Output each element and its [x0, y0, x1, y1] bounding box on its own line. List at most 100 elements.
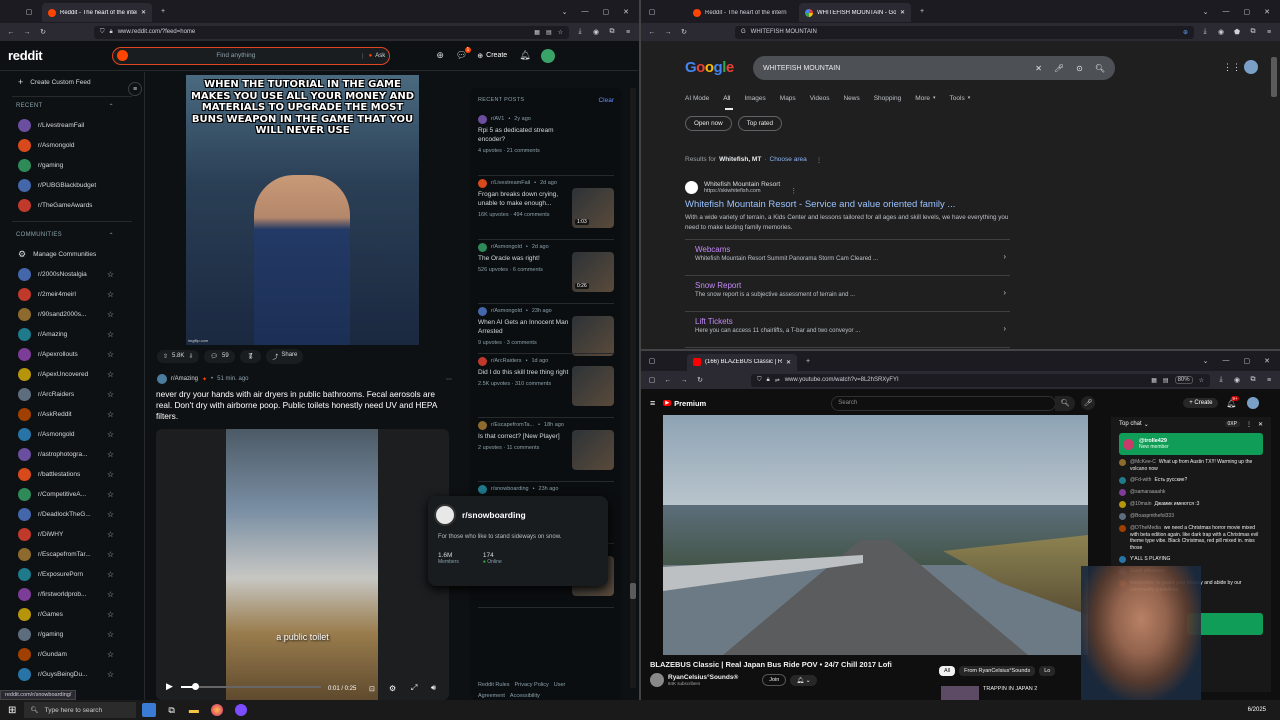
yt-search-box[interactable]: Search [831, 395, 1057, 411]
sidebar-item-community[interactable]: r/2000sNostalgia ☆ [0, 264, 144, 284]
address-bar[interactable]: ⛉ 🔒︎ www.reddit.com/?feed=home ▦ ▤ ☆ [94, 25, 569, 39]
close-icon[interactable]: ✕ [900, 9, 905, 16]
ad-icon[interactable]: ⊕ [436, 50, 444, 61]
create-button[interactable]: ⊕ Create [477, 52, 507, 60]
back-icon[interactable]: ← [647, 27, 657, 37]
sidebar-toggle-icon[interactable]: ▢ [647, 7, 657, 17]
comments-button[interactable]: 💬︎ 59 [204, 350, 235, 363]
forward-icon[interactable]: → [22, 27, 32, 37]
tab-youtube[interactable]: (166) BLAZEBUS Classic | Real J ✕ [687, 353, 797, 371]
sidebar-item-recent[interactable]: r/Asmongold [0, 135, 144, 155]
subreddit-hovercard[interactable]: r/snowboarding For those who like to sta… [428, 496, 608, 586]
footer-link[interactable]: Reddit Rules [478, 682, 510, 688]
star-icon[interactable]: ☆ [107, 570, 114, 579]
recent-post[interactable]: r/AV1 • 2y ago Rpi 5 as dedicated stream en… [470, 112, 622, 176]
sidebar-item-community[interactable]: r/GuysBeingDu... ☆ [0, 664, 144, 684]
sidebar-item-community[interactable]: r/Games ☆ [0, 604, 144, 624]
sidebar-toggle-icon[interactable]: ▢ [24, 7, 34, 17]
star-icon[interactable]: ☆ [107, 390, 114, 399]
recent-post-thumbnail[interactable] [572, 316, 614, 356]
star-icon[interactable]: ☆ [107, 290, 114, 299]
forward-icon[interactable]: → [679, 375, 689, 385]
more-vert-icon[interactable]: ⋮ [1246, 421, 1252, 428]
subscribe-bell-button[interactable]: 🔔︎ ⌄ [790, 674, 817, 686]
app-icon[interactable] [234, 704, 247, 716]
recent-post-title[interactable]: Rpi 5 as dedicated stream encoder? [478, 126, 570, 144]
yt-create-button[interactable]: + Create [1183, 398, 1219, 408]
award-button[interactable]: 🏅︎ [239, 350, 262, 363]
forward-icon[interactable]: → [663, 27, 673, 37]
google-logo[interactable]: Google [685, 59, 734, 76]
sidebar-item-recent[interactable]: r/PUBGBlackbudget [0, 175, 144, 195]
account-icon[interactable]: ◉ [1232, 375, 1242, 385]
tab-reddit[interactable]: Reddit - The heart of the intern ✕ [42, 3, 152, 22]
close-chat-icon[interactable]: ✕ [1258, 421, 1263, 428]
close-window-icon[interactable]: ✕ [623, 8, 629, 16]
video-seekbar[interactable] [181, 683, 321, 690]
sidebar-item-community[interactable]: r/Gundam ☆ [0, 644, 144, 664]
yt-filter-chip[interactable]: All [939, 666, 956, 676]
google-nav-tab[interactable]: AI Mode [685, 95, 709, 102]
chevron-down-icon[interactable]: ⌄ [562, 8, 568, 16]
star-icon[interactable]: ☆ [107, 450, 114, 459]
recent-post-title[interactable]: Did I do this skill tree thing right [478, 368, 570, 377]
minimize-icon[interactable]: — [1223, 8, 1230, 16]
recent-post-thumbnail[interactable] [572, 430, 614, 470]
scrollbar[interactable] [1271, 41, 1277, 349]
recent-post-subreddit[interactable]: r/LivestreamFail [491, 180, 530, 186]
close-window-icon[interactable]: ✕ [1264, 357, 1270, 365]
hovercard-name[interactable]: r/snowboarding [462, 510, 526, 520]
chat-username[interactable]: @Fd-with [1130, 477, 1151, 483]
chevron-down-icon[interactable]: ⌄ [1203, 357, 1209, 365]
filter-chip[interactable]: Top rated [737, 116, 782, 131]
taskbar-search[interactable]: 🔍︎ Type here to search [24, 702, 137, 718]
star-icon[interactable]: ☆ [107, 330, 114, 339]
youtube-logo[interactable]: ▶ Premium [663, 399, 706, 408]
channel-avatar[interactable] [650, 673, 664, 687]
recent-post-title[interactable]: When AI Gets an Innocent Man Arrested [478, 318, 570, 336]
recent-post[interactable]: r/LivestreamFail • 2d ago Frogan breaks dow… [470, 176, 622, 240]
chat-header[interactable]: Top chat [1119, 421, 1142, 427]
footer-link[interactable]: Accessibility [510, 693, 540, 699]
extensions-icon[interactable]: ⧉ [1248, 27, 1258, 37]
google-avatar[interactable] [1244, 60, 1258, 74]
filter-chip[interactable]: Open now [685, 116, 732, 131]
chat-icon[interactable]: 💬︎ 1 [456, 47, 472, 61]
sidebar-item-community[interactable]: r/CompetitiveA... ☆ [0, 484, 144, 504]
post-title[interactable]: never dry your hands with air dryers in … [156, 389, 452, 422]
minimize-icon[interactable]: — [582, 8, 589, 16]
tab-google[interactable]: WHITEFISH MOUNTAIN - Goo ✕ [799, 3, 911, 22]
minimize-icon[interactable]: — [1223, 357, 1230, 365]
chat-username[interactable]: @samaraaaahk [1130, 489, 1165, 495]
menu-icon[interactable]: ≡ [1264, 375, 1274, 385]
more-vert-icon[interactable]: ⋮ [790, 187, 797, 195]
star-icon[interactable]: ☆ [107, 670, 114, 679]
sidebar-item-community[interactable]: r/ExposurePorn ☆ [0, 564, 144, 584]
apps-grid-icon[interactable]: ⋮⋮ [1223, 62, 1241, 73]
sitelink[interactable]: Snow Report The snow report is a subjecti… [685, 276, 1010, 312]
recent-heading[interactable]: RECENT ⌃ [0, 97, 144, 115]
sidebar-item-community[interactable]: r/DeadlockTheG... ☆ [0, 504, 144, 524]
recent-post-subreddit[interactable]: r/AV1 [491, 116, 504, 122]
star-icon[interactable]: ☆ [107, 470, 114, 479]
yt-filter-chip[interactable]: Lo [1039, 666, 1056, 676]
recent-post-subreddit[interactable]: r/EscapefromTa... [491, 422, 534, 428]
sidebar-item-recent[interactable]: r/LivestreamFail [0, 115, 144, 135]
sidebar-item-community[interactable]: r/ApexUncovered ☆ [0, 364, 144, 384]
windows-start-icon[interactable]: ⊞ [8, 705, 16, 716]
sidebar-item-community[interactable]: r/Asmongold ☆ [0, 424, 144, 444]
new-tab-icon[interactable]: + [803, 356, 813, 366]
hamburger-icon[interactable]: ≡ [650, 398, 655, 408]
mic-icon[interactable]: 🎤︎ [1081, 396, 1096, 410]
recent-post-thumbnail[interactable]: 0:26 [572, 252, 614, 292]
menu-icon[interactable]: ≡ [623, 27, 633, 37]
sidebar-item-community[interactable]: r/gaming ☆ [0, 624, 144, 644]
widget-icon[interactable] [142, 703, 157, 717]
sidebar-item-recent[interactable]: r/gaming [0, 155, 144, 175]
google-nav-tab[interactable]: News [843, 95, 859, 102]
extension-icon[interactable]: ▦ [534, 29, 540, 36]
sidebar-item-community[interactable]: r/DiWHY ☆ [0, 524, 144, 544]
share-button[interactable]: ⤴ Share [266, 349, 304, 364]
captions-icon[interactable]: ⊡ [369, 685, 375, 693]
back-icon[interactable]: ← [6, 27, 16, 37]
